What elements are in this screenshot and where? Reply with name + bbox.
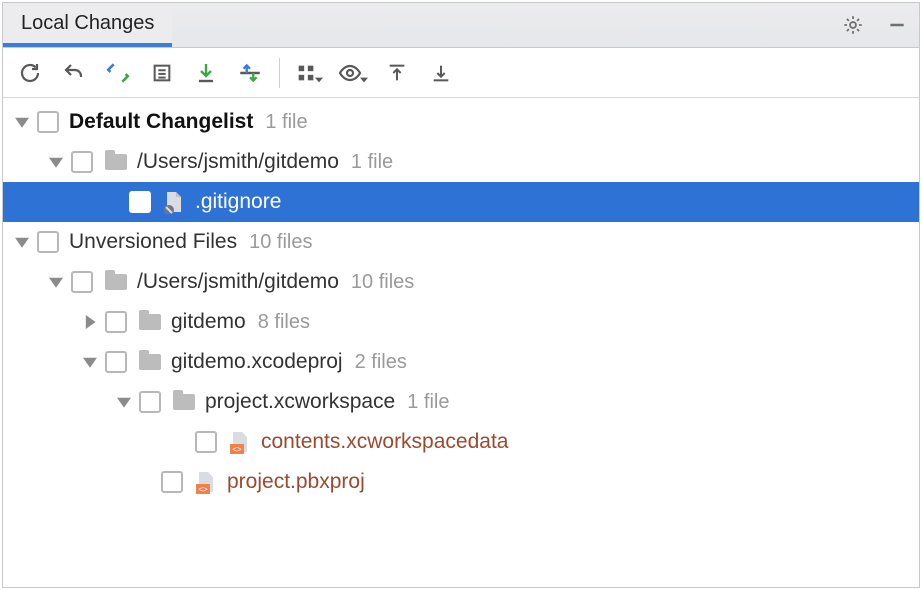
file-name-label: .gitignore (195, 190, 281, 214)
file-icon (161, 189, 187, 215)
folder-icon (171, 389, 197, 415)
svg-text:<>: <> (232, 445, 242, 454)
groupby-button[interactable] (288, 53, 330, 93)
eye-icon (338, 61, 362, 85)
chevron-down-icon (315, 76, 323, 84)
folder-name-label: gitdemo (171, 310, 246, 334)
minimize-icon (887, 15, 907, 35)
folder-icon (137, 309, 163, 335)
disclosure-triangle[interactable] (11, 231, 33, 253)
checkbox[interactable] (129, 191, 151, 213)
group-icon (295, 62, 317, 84)
commit-icon (194, 61, 218, 85)
tree-row-folder[interactable]: project.xcworkspace 1 file (3, 382, 919, 422)
vcs-local-changes-panel: Local Changes (2, 2, 920, 588)
checkbox[interactable] (71, 271, 93, 293)
rollback-button[interactable] (53, 53, 95, 93)
checkbox[interactable] (195, 431, 217, 453)
tab-bar: Local Changes (3, 3, 919, 48)
tree-row-changelist[interactable]: Default Changelist 1 file (3, 102, 919, 142)
chevron-down-icon (360, 76, 368, 84)
folder-path-label: /Users/jsmith/gitdemo (137, 150, 339, 174)
tree-row-folder[interactable]: gitdemo 8 files (3, 302, 919, 342)
tree-row-file[interactable]: <> project.pbxproj (3, 462, 919, 502)
checkbox[interactable] (161, 471, 183, 493)
checkbox[interactable] (37, 111, 59, 133)
gear-icon (842, 14, 864, 36)
file-count: 2 files (355, 351, 407, 374)
file-count: 1 file (351, 151, 393, 174)
tab-spacer (172, 3, 831, 47)
folder-path-label: /Users/jsmith/gitdemo (137, 270, 339, 294)
checkbox[interactable] (105, 311, 127, 333)
sync-icon (105, 60, 131, 86)
folder-icon (137, 349, 163, 375)
folder-name-label: gitdemo.xcodeproj (171, 350, 343, 374)
folder-name-label: project.xcworkspace (205, 390, 395, 414)
file-count: 1 file (265, 111, 307, 134)
toolbar-separator (279, 58, 280, 88)
unversioned-label: Unversioned Files (69, 230, 237, 254)
minimize-button[interactable] (875, 3, 919, 47)
file-count: 10 files (351, 271, 414, 294)
tab-local-changes[interactable]: Local Changes (3, 3, 172, 47)
collapse-all-button[interactable] (420, 53, 462, 93)
tree-row-folder[interactable]: /Users/jsmith/gitdemo 10 files (3, 262, 919, 302)
disclosure-triangle[interactable] (45, 271, 67, 293)
list-icon (151, 62, 173, 84)
disclosure-triangle[interactable] (113, 391, 135, 413)
tree-row-file[interactable]: <> contents.xcworkspacedata (3, 422, 919, 462)
changes-tree[interactable]: Default Changelist 1 file /Users/jsmith/… (3, 98, 919, 587)
tab-label: Local Changes (21, 12, 154, 35)
folder-icon (103, 149, 129, 175)
file-count: 1 file (407, 391, 449, 414)
refresh-button[interactable] (9, 53, 51, 93)
changelist-button[interactable] (141, 53, 183, 93)
checkbox[interactable] (71, 151, 93, 173)
tree-row-unversioned[interactable]: Unversioned Files 10 files (3, 222, 919, 262)
disclosure-triangle[interactable] (11, 111, 33, 133)
shelve-icon (237, 60, 263, 86)
settings-button[interactable] (831, 3, 875, 47)
expand-all-button[interactable] (376, 53, 418, 93)
preview-button[interactable] (332, 53, 374, 93)
disclosure-triangle[interactable] (45, 151, 67, 173)
undo-icon (62, 61, 86, 85)
disclosure-triangle-collapsed[interactable] (79, 311, 101, 333)
file-count: 8 files (258, 311, 310, 334)
checkbox[interactable] (139, 391, 161, 413)
update-button[interactable] (97, 53, 139, 93)
tree-row-file-selected[interactable]: .gitignore (3, 182, 919, 222)
checkbox[interactable] (37, 231, 59, 253)
file-count: 10 files (249, 231, 312, 254)
checkbox[interactable] (105, 351, 127, 373)
changelist-label: Default Changelist (69, 110, 253, 134)
tree-row-folder[interactable]: gitdemo.xcodeproj 2 files (3, 342, 919, 382)
shelve-button[interactable] (229, 53, 271, 93)
file-name-label: project.pbxproj (227, 470, 365, 494)
expand-icon (386, 62, 408, 84)
disclosure-triangle[interactable] (79, 351, 101, 373)
collapse-icon (430, 62, 452, 84)
file-name-label: contents.xcworkspacedata (261, 430, 508, 454)
tree-row-folder[interactable]: /Users/jsmith/gitdemo 1 file (3, 142, 919, 182)
xml-file-icon: <> (193, 469, 219, 495)
folder-icon (103, 269, 129, 295)
refresh-icon (18, 61, 42, 85)
xml-file-icon: <> (227, 429, 253, 455)
svg-text:<>: <> (198, 485, 208, 494)
commit-button[interactable] (185, 53, 227, 93)
toolbar (3, 48, 919, 98)
